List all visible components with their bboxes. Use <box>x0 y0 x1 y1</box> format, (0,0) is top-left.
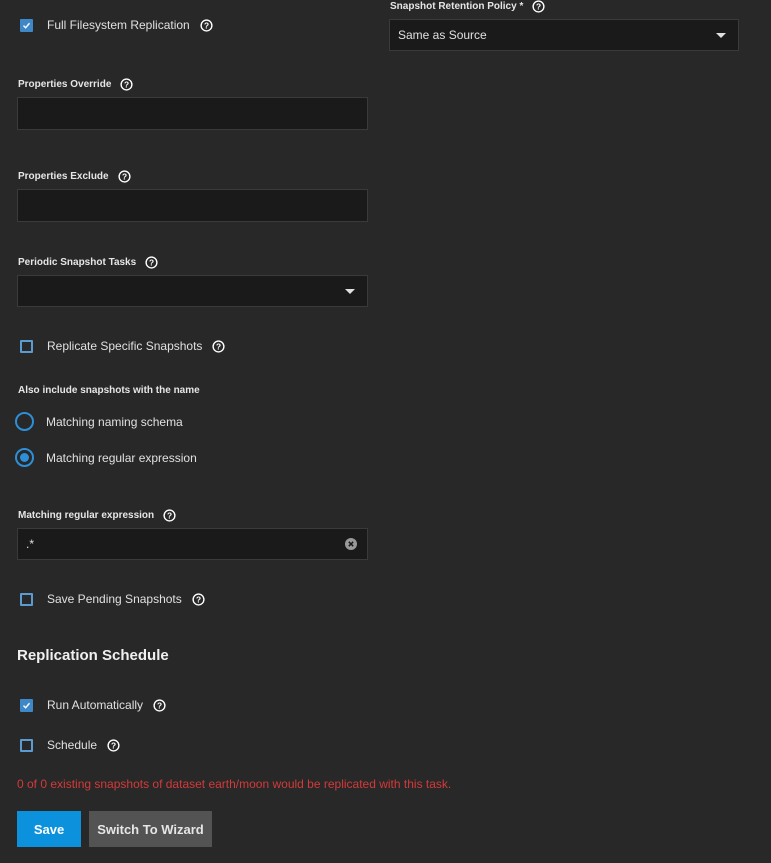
matching-regex-label-row: Matching regular expression ? <box>18 508 176 522</box>
help-circle-icon[interactable]: ? <box>532 0 545 13</box>
properties-exclude-label: Properties Exclude <box>18 170 109 182</box>
svg-text:?: ? <box>536 1 541 11</box>
svg-text:?: ? <box>111 740 116 750</box>
run-automatically-row: Run Automatically ? <box>20 698 166 712</box>
replicate-specific-snapshots-checkbox[interactable] <box>20 339 33 353</box>
help-circle-icon[interactable]: ? <box>107 738 120 752</box>
periodic-snapshot-tasks-label: Periodic Snapshot Tasks <box>18 256 137 268</box>
help-circle-icon[interactable]: ? <box>145 255 158 269</box>
dropdown-arrow-icon <box>716 33 726 38</box>
matching-regex-label: Matching regular expression <box>18 509 155 521</box>
replication-schedule-title: Replication Schedule <box>17 647 169 664</box>
svg-text:?: ? <box>157 700 162 710</box>
svg-text:?: ? <box>124 79 129 89</box>
full-filesystem-replication-label: Full Filesystem Replication <box>47 18 190 32</box>
schedule-row: Schedule ? <box>20 738 120 752</box>
properties-override-input[interactable] <box>17 97 368 130</box>
help-circle-icon[interactable]: ? <box>120 77 133 91</box>
snapshot-retention-policy-label-row: Snapshot Retention Policy * ? <box>390 0 545 13</box>
snapshot-retention-policy-value: Same as Source <box>398 28 487 42</box>
save-pending-snapshots-label: Save Pending Snapshots <box>47 592 182 606</box>
properties-override-label-row: Properties Override ? <box>18 77 133 91</box>
properties-override-label: Properties Override <box>18 78 112 90</box>
snapshot-retention-policy-select[interactable]: Same as Source <box>389 19 739 51</box>
dropdown-arrow-icon <box>345 289 355 294</box>
svg-text:?: ? <box>167 510 172 520</box>
full-filesystem-replication-checkbox[interactable] <box>20 18 33 32</box>
matching-regex-value: .* <box>26 537 35 551</box>
schedule-checkbox[interactable] <box>20 738 33 752</box>
check-icon <box>23 702 31 709</box>
svg-text:?: ? <box>204 20 209 30</box>
radio-matching-regular-expression[interactable]: Matching regular expression <box>15 448 197 467</box>
help-circle-icon[interactable]: ? <box>192 592 205 606</box>
snapshot-count-warning: 0 of 0 existing snapshots of dataset ear… <box>17 777 452 791</box>
clear-circle-icon[interactable] <box>345 538 357 550</box>
help-circle-icon[interactable]: ? <box>212 339 226 353</box>
help-circle-icon[interactable]: ? <box>153 698 166 712</box>
help-circle-icon[interactable]: ? <box>200 18 213 32</box>
matching-regex-input[interactable]: .* <box>17 528 368 560</box>
svg-text:?: ? <box>122 171 127 181</box>
save-button[interactable]: Save <box>17 811 81 847</box>
svg-text:?: ? <box>149 257 154 267</box>
radio-button[interactable] <box>15 412 34 431</box>
help-circle-icon[interactable]: ? <box>163 508 176 522</box>
svg-text:?: ? <box>216 341 221 351</box>
periodic-snapshot-tasks-select[interactable] <box>17 275 368 307</box>
schedule-label: Schedule <box>47 738 98 752</box>
replicate-specific-snapshots-label: Replicate Specific Snapshots <box>47 339 203 353</box>
save-pending-snapshots-row: Save Pending Snapshots ? <box>20 592 205 606</box>
properties-exclude-label-row: Properties Exclude ? <box>18 169 131 183</box>
radio-matching-naming-schema[interactable]: Matching naming schema <box>15 412 183 431</box>
radio-button[interactable] <box>15 448 34 467</box>
full-filesystem-replication-row: Full Filesystem Replication ? <box>20 18 213 32</box>
run-automatically-checkbox[interactable] <box>20 698 33 712</box>
also-include-label: Also include snapshots with the name <box>18 385 200 396</box>
replicate-specific-snapshots-row: Replicate Specific Snapshots ? <box>20 339 226 353</box>
check-icon <box>23 22 31 29</box>
periodic-snapshot-tasks-label-row: Periodic Snapshot Tasks ? <box>18 255 158 269</box>
switch-to-wizard-button[interactable]: Switch To Wizard <box>89 811 212 847</box>
snapshot-retention-policy-label: Snapshot Retention Policy <box>390 0 517 12</box>
save-pending-snapshots-checkbox[interactable] <box>20 592 33 606</box>
radio-label: Matching naming schema <box>46 414 183 429</box>
run-automatically-label: Run Automatically <box>47 698 144 712</box>
help-circle-icon[interactable]: ? <box>118 169 131 183</box>
properties-exclude-input[interactable] <box>17 189 368 222</box>
required-mark: * <box>519 0 524 12</box>
svg-text:?: ? <box>196 594 201 604</box>
radio-label: Matching regular expression <box>46 450 197 465</box>
